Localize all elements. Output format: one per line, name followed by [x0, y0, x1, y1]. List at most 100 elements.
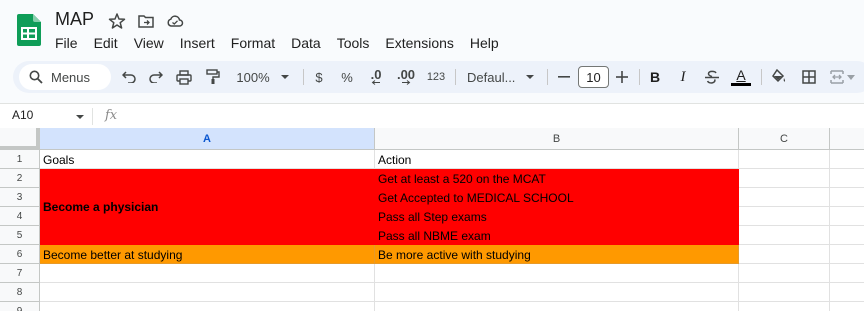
arrow-right-icon — [402, 79, 411, 85]
menu-format[interactable]: Format — [223, 33, 283, 53]
cell-b5[interactable]: Pass all NBME exam — [375, 226, 739, 245]
decrease-font-size-button[interactable] — [554, 61, 574, 93]
cell-c1[interactable] — [739, 150, 830, 169]
cell-d6[interactable] — [830, 245, 864, 264]
cell-d5[interactable] — [830, 226, 864, 245]
toolbar-divider — [303, 69, 304, 85]
cell-c7[interactable] — [739, 264, 830, 283]
column-header-a[interactable]: A — [40, 128, 375, 150]
cell-a9[interactable] — [40, 302, 375, 311]
cell-b1[interactable]: Action — [375, 150, 739, 169]
row-header-8[interactable]: 8 — [0, 283, 40, 302]
cell-a2-merged[interactable]: Become a physician — [40, 169, 375, 245]
undo-button[interactable] — [117, 61, 141, 93]
borders-button[interactable] — [797, 61, 821, 93]
cell-b4[interactable]: Pass all Step exams — [375, 207, 739, 226]
menu-extensions[interactable]: Extensions — [377, 33, 461, 53]
cell-d4[interactable] — [830, 207, 864, 226]
text-color-button[interactable]: A — [729, 61, 753, 93]
menu-file[interactable]: File — [47, 33, 86, 53]
bold-label: B — [649, 69, 661, 85]
document-title[interactable]: MAP — [55, 9, 94, 30]
print-button[interactable] — [172, 61, 196, 93]
column-header-b[interactable]: B — [375, 128, 739, 150]
increase-decimal-button[interactable]: .00 — [393, 61, 419, 93]
cell-c9[interactable] — [739, 302, 830, 311]
cell-c3[interactable] — [739, 188, 830, 207]
font-size-input[interactable]: 10 — [578, 66, 609, 88]
column-header-c[interactable]: C — [739, 128, 830, 150]
cell-c4[interactable] — [739, 207, 830, 226]
cloud-saved-icon[interactable] — [166, 12, 184, 30]
cell-c8[interactable] — [739, 283, 830, 302]
paint-format-button[interactable] — [201, 61, 225, 93]
redo-button[interactable] — [144, 61, 168, 93]
merge-cells-icon — [829, 70, 844, 84]
menu-view[interactable]: View — [126, 33, 172, 53]
more-formats-button[interactable]: 123 — [423, 61, 449, 93]
cell-b9[interactable] — [375, 302, 739, 311]
menus-label: Menus — [51, 69, 91, 85]
row-header-2[interactable]: 2 — [0, 169, 40, 188]
currency-format-button[interactable]: $ — [309, 61, 329, 93]
cell-a7[interactable] — [40, 264, 375, 283]
bold-button[interactable]: B — [645, 61, 665, 93]
select-all-corner[interactable] — [0, 128, 40, 150]
menu-data[interactable]: Data — [283, 33, 329, 53]
cell-d1[interactable] — [830, 150, 864, 169]
percent-format-button[interactable]: % — [337, 61, 357, 93]
cell-b7[interactable] — [375, 264, 739, 283]
toolbar-divider — [761, 69, 762, 85]
name-box-caret-icon[interactable] — [76, 115, 84, 119]
cell-c5[interactable] — [739, 226, 830, 245]
cell-d8[interactable] — [830, 283, 864, 302]
strikethrough-button[interactable] — [701, 61, 723, 93]
row-header-3[interactable]: 3 — [0, 188, 40, 207]
undo-icon — [122, 71, 136, 83]
row-header-5[interactable]: 5 — [0, 226, 40, 245]
cell-d7[interactable] — [830, 264, 864, 283]
formula-bar: A10 fx — [0, 103, 864, 128]
title-bar: MAP File Edit View Insert Format Data To… — [0, 0, 864, 58]
sheets-logo-icon[interactable] — [17, 14, 41, 46]
cell-b2[interactable]: Get at least a 520 on the MCAT — [375, 169, 739, 188]
row-header-9[interactable]: 9 — [0, 302, 40, 311]
cell-c6[interactable] — [739, 245, 830, 264]
menu-insert[interactable]: Insert — [172, 33, 223, 53]
font-family-select[interactable]: Defaul... — [463, 61, 539, 93]
decrease-decimal-button[interactable]: .0 — [363, 61, 389, 93]
row-header-1[interactable]: 1 — [0, 150, 40, 169]
star-icon[interactable] — [108, 12, 126, 30]
name-box[interactable]: A10 — [12, 108, 33, 122]
number-format-label: 123 — [426, 71, 446, 83]
row-header-4[interactable]: 4 — [0, 207, 40, 226]
cell-a8[interactable] — [40, 283, 375, 302]
strikethrough-icon — [705, 70, 719, 84]
cell-d3[interactable] — [830, 188, 864, 207]
search-menus-button[interactable]: Menus — [19, 64, 111, 90]
cell-a1[interactable]: Goals — [40, 150, 375, 169]
increase-font-size-button[interactable] — [612, 61, 632, 93]
merge-cells-button[interactable] — [825, 61, 859, 93]
cell-c2[interactable] — [739, 169, 830, 188]
italic-button[interactable]: I — [673, 61, 693, 93]
cell-b8[interactable] — [375, 283, 739, 302]
menu-help[interactable]: Help — [462, 33, 507, 53]
fill-color-button[interactable] — [767, 61, 791, 93]
cell-b6[interactable]: Be more active with studying — [375, 245, 739, 264]
menu-edit[interactable]: Edit — [86, 33, 126, 53]
formula-input[interactable] — [130, 108, 830, 125]
column-header-empty[interactable] — [830, 128, 864, 150]
text-color-label: A — [736, 66, 746, 83]
zoom-select[interactable]: 100% — [233, 61, 293, 93]
row-header-6[interactable]: 6 — [0, 245, 40, 264]
row-header-7[interactable]: 7 — [0, 264, 40, 283]
zoom-value: 100% — [236, 69, 270, 85]
cell-b3[interactable]: Get Accepted to MEDICAL SCHOOL — [375, 188, 739, 207]
move-folder-icon[interactable] — [137, 12, 155, 30]
minus-icon — [558, 76, 570, 78]
cell-a6[interactable]: Become better at studying — [40, 245, 375, 264]
cell-d9[interactable] — [830, 302, 864, 311]
cell-d2[interactable] — [830, 169, 864, 188]
menu-tools[interactable]: Tools — [329, 33, 378, 53]
